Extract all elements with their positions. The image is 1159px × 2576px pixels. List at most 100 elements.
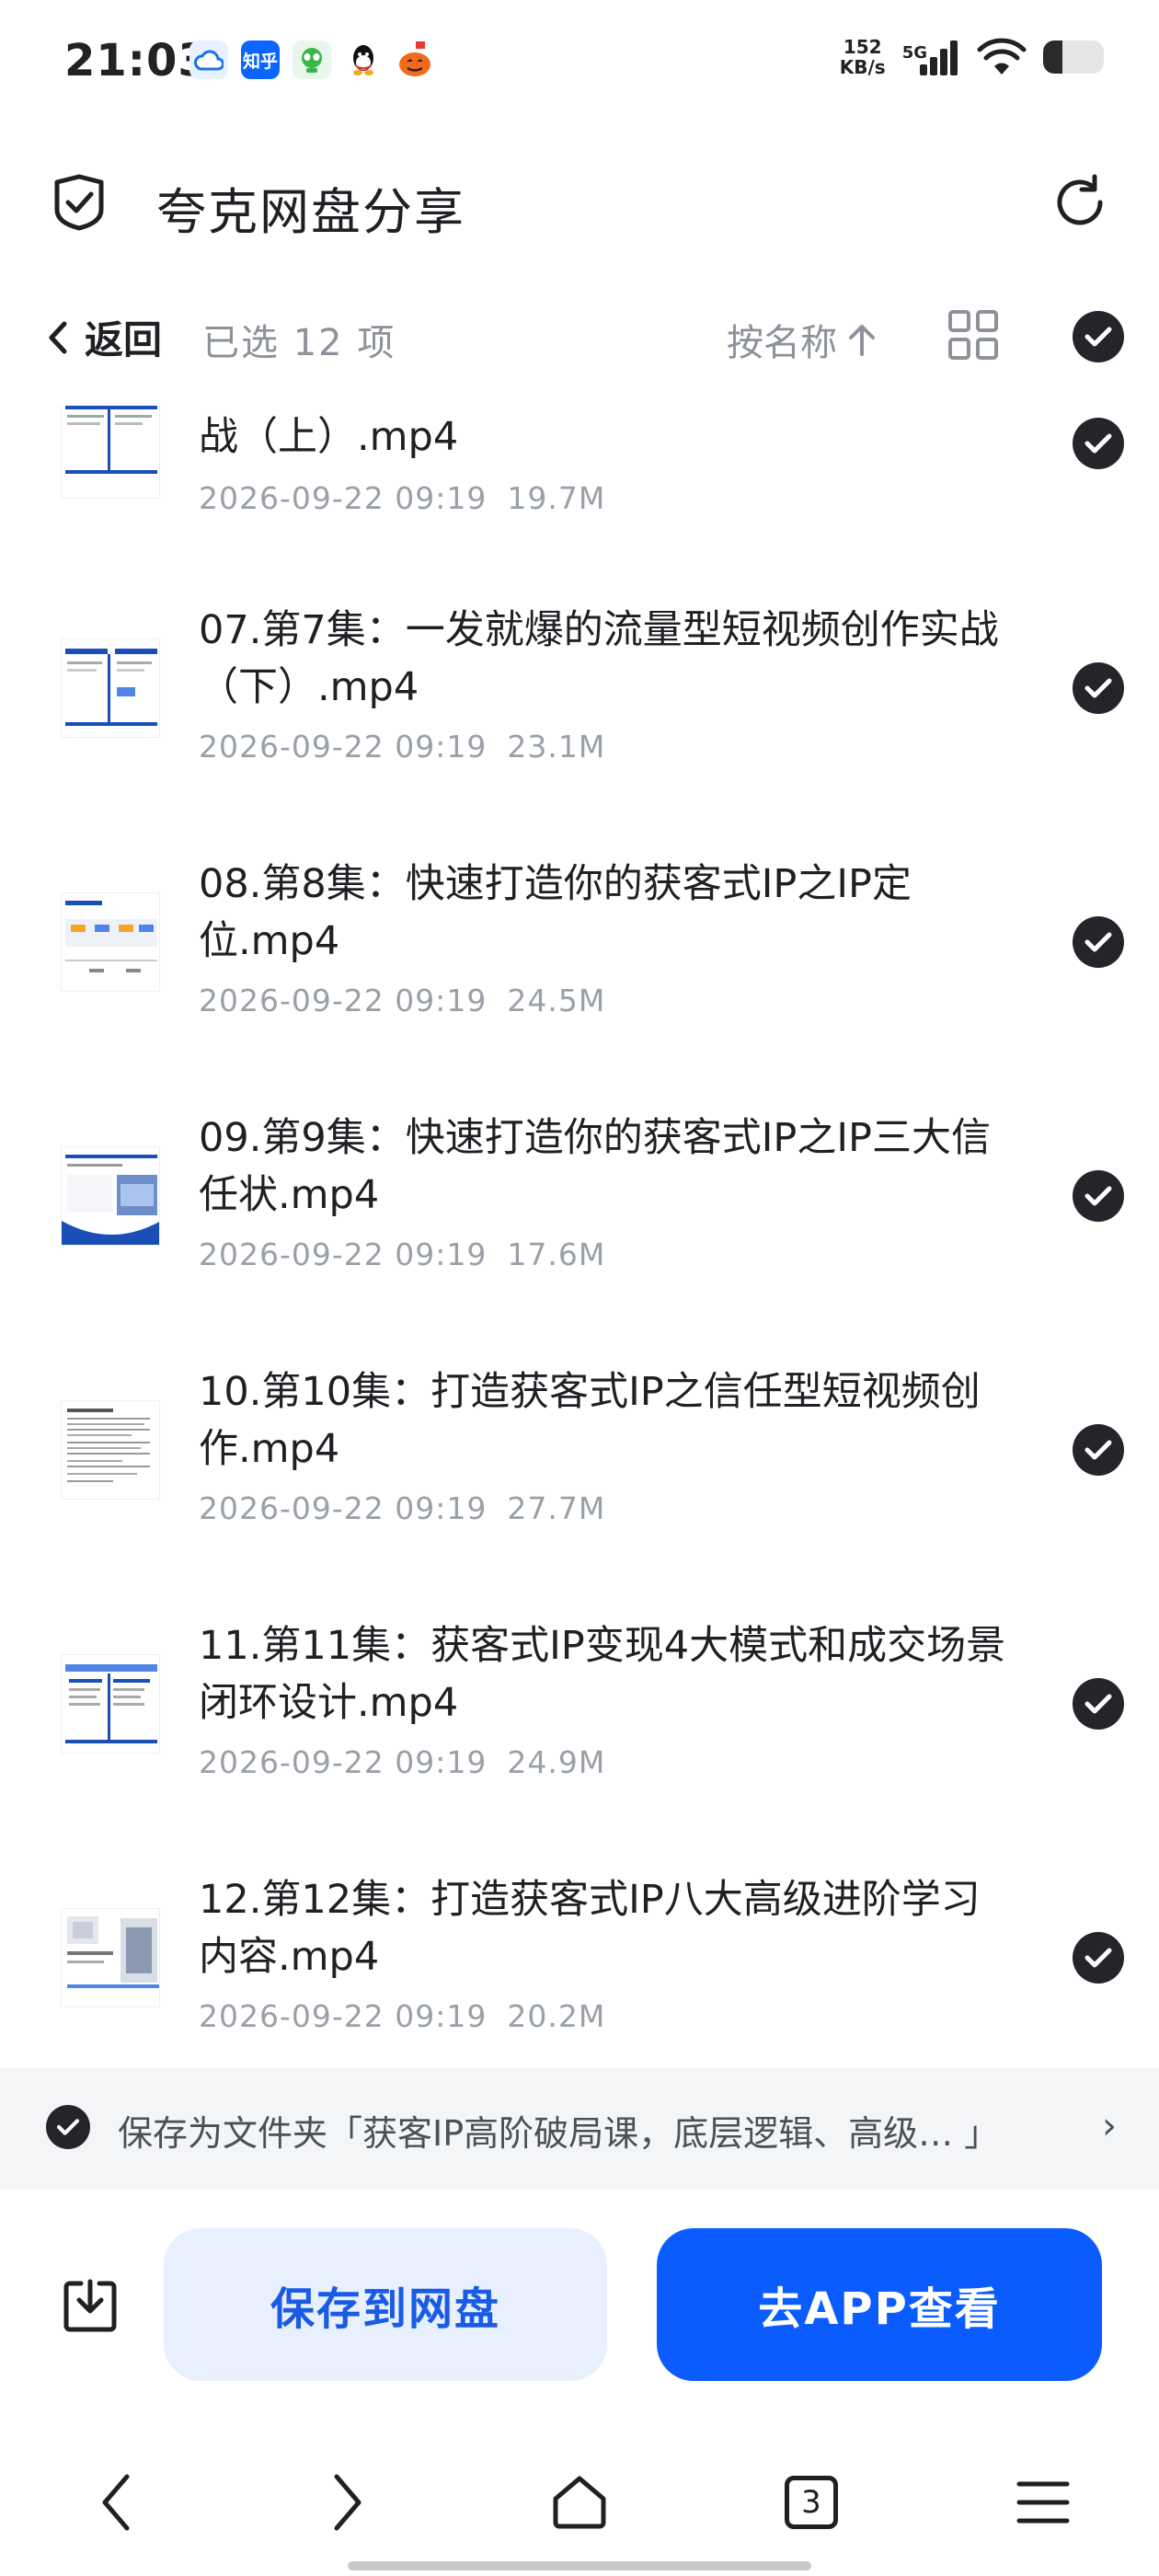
chevron-right-icon xyxy=(334,2474,361,2531)
refresh-icon[interactable] xyxy=(1050,173,1109,232)
chevron-right-icon[interactable]: › xyxy=(1102,2105,1117,2147)
sort-by-name-button[interactable]: 按名称 xyxy=(727,313,878,366)
file-date: 2026-09-22 09:19 xyxy=(199,1998,488,2034)
file-date: 2026-09-22 09:19 xyxy=(199,480,488,516)
select-all-checkbox[interactable] xyxy=(1073,311,1124,362)
check-icon xyxy=(1084,932,1112,952)
file-checkbox[interactable] xyxy=(1073,916,1124,968)
grid-view-icon[interactable] xyxy=(947,309,999,361)
file-size: 23.1M xyxy=(507,729,606,765)
file-name: 07.第7集：一发就爆的流量型短视频创作实战（下）.mp4 xyxy=(199,607,999,710)
file-list: 战（上）.mp4 2026-09-22 09:19 19.7M 07.第7集：一发… xyxy=(0,405,1159,2061)
chevron-left-icon xyxy=(49,321,67,353)
file-name: 08.第8集：快速打造你的获客式IP之IP定位.mp4 xyxy=(199,861,912,964)
file-checkbox[interactable] xyxy=(1073,418,1124,469)
file-date: 2026-09-22 09:19 xyxy=(199,729,488,765)
nav-menu-button[interactable] xyxy=(1006,2466,1080,2539)
menu-icon xyxy=(1016,2481,1070,2524)
net-speed: 152 KB/s xyxy=(840,37,886,77)
video-thumbnail xyxy=(61,1908,160,2007)
save-as-folder-text: 保存为文件夹「获客IP高阶破局课，底层逻辑、高级… 」 xyxy=(118,2113,1000,2154)
check-icon xyxy=(1084,1694,1112,1714)
cloud-icon xyxy=(189,40,228,79)
save-as-folder-checkbox[interactable] xyxy=(46,2105,90,2149)
file-meta: 2026-09-22 09:19 24.5M xyxy=(199,983,605,1018)
file-date: 2026-09-22 09:19 xyxy=(199,1490,488,1526)
nav-back-button[interactable] xyxy=(79,2466,153,2539)
sort-label: 按名称 xyxy=(727,322,837,364)
file-checkbox[interactable] xyxy=(1073,662,1124,714)
browser-navigation-bar: 3 xyxy=(0,2447,1159,2558)
check-icon xyxy=(1084,1186,1112,1206)
back-label: 返回 xyxy=(85,317,163,362)
file-checkbox[interactable] xyxy=(1073,1424,1124,1476)
file-size: 24.9M xyxy=(507,1744,606,1780)
alien-icon xyxy=(293,40,331,79)
file-size: 17.6M xyxy=(507,1236,606,1272)
tabs-count: 3 xyxy=(785,2476,838,2529)
open-in-app-button[interactable]: 去APP查看 xyxy=(657,2228,1102,2381)
file-size: 19.7M xyxy=(507,480,606,516)
file-meta: 2026-09-22 09:19 24.9M xyxy=(199,1744,605,1780)
arrow-up-icon xyxy=(849,325,875,356)
file-size: 24.5M xyxy=(507,983,606,1018)
file-size: 27.7M xyxy=(507,1490,606,1526)
battery-icon xyxy=(1043,40,1104,74)
wifi-icon xyxy=(977,38,1027,75)
home-icon xyxy=(553,2476,606,2529)
file-name: 09.第9集：快速打造你的获客式IP之IP三大信任状.mp4 xyxy=(199,1115,991,1218)
nav-tabs-button[interactable]: 3 xyxy=(775,2466,848,2539)
file-checkbox[interactable] xyxy=(1073,1678,1124,1730)
system-status: 152 KB/s 5G xyxy=(840,37,1104,77)
file-item[interactable]: 11.第11集：获客式IP变现4大模式和成交场景闭环设计.mp4 2026-09… xyxy=(0,1606,1159,1860)
file-name: 12.第12集：打造获客式IP八大高级进阶学习内容.mp4 xyxy=(199,1877,981,1980)
status-bar: 21:03 知乎 152 KB/s 5G xyxy=(0,0,1159,129)
chevron-left-icon xyxy=(102,2474,130,2531)
shield-check-icon[interactable] xyxy=(50,173,109,232)
file-meta: 2026-09-22 09:19 23.1M xyxy=(199,729,605,765)
file-item[interactable]: 战（上）.mp4 2026-09-22 09:19 19.7M xyxy=(0,405,1159,570)
signal-icon: 5G xyxy=(902,39,960,75)
check-icon xyxy=(1084,433,1112,454)
file-item[interactable]: 12.第12集：打造获客式IP八大高级进阶学习内容.mp4 2026-09-22… xyxy=(0,1860,1159,2061)
pumpkin-icon xyxy=(396,40,434,79)
video-thumbnail xyxy=(61,405,160,499)
file-name: 10.第10集：打造获客式IP之信任型短视频创作.mp4 xyxy=(199,1369,981,1472)
check-icon xyxy=(1084,678,1112,698)
selection-toolbar: 返回 已选 12 项 按名称 xyxy=(0,294,1159,377)
status-time: 21:03 xyxy=(64,35,210,86)
file-date: 2026-09-22 09:19 xyxy=(199,1744,488,1780)
home-indicator xyxy=(348,2561,811,2570)
file-meta: 2026-09-22 09:19 19.7M xyxy=(199,480,605,516)
file-checkbox[interactable] xyxy=(1073,1170,1124,1222)
video-thumbnail xyxy=(61,1654,160,1754)
file-item[interactable]: 10.第10集：打造获客式IP之信任型短视频创作.mp4 2026-09-22 … xyxy=(0,1352,1159,1606)
battery-level xyxy=(1043,40,1063,74)
nav-forward-button[interactable] xyxy=(311,2466,384,2539)
zhihu-icon: 知乎 xyxy=(241,40,280,79)
file-meta: 2026-09-22 09:19 20.2M xyxy=(199,1998,605,2034)
qq-icon xyxy=(344,40,383,79)
signal-5g-label: 5G xyxy=(901,43,927,63)
file-item[interactable]: 09.第9集：快速打造你的获客式IP之IP三大信任状.mp4 2026-09-2… xyxy=(0,1098,1159,1352)
download-icon[interactable] xyxy=(61,2276,120,2335)
file-checkbox[interactable] xyxy=(1073,1932,1124,1984)
file-name: 11.第11集：获客式IP变现4大模式和成交场景闭环设计.mp4 xyxy=(199,1623,1006,1726)
check-icon xyxy=(1084,1440,1112,1460)
notification-icons: 知乎 xyxy=(189,40,434,79)
action-bar: 保存到网盘 去APP查看 xyxy=(0,2190,1159,2420)
net-speed-unit: KB/s xyxy=(839,56,886,78)
file-item[interactable]: 08.第8集：快速打造你的获客式IP之IP定位.mp4 2026-09-22 0… xyxy=(0,845,1159,1098)
back-button[interactable]: 返回 xyxy=(48,309,162,365)
video-thumbnail xyxy=(61,638,160,738)
file-meta: 2026-09-22 09:19 17.6M xyxy=(199,1236,605,1272)
check-icon xyxy=(1084,1948,1112,1968)
nav-home-button[interactable] xyxy=(543,2466,616,2539)
save-as-folder-banner[interactable]: 保存为文件夹「获客IP高阶破局课，底层逻辑、高级… 」 › xyxy=(0,2068,1159,2190)
file-item[interactable]: 07.第7集：一发就爆的流量型短视频创作实战（下）.mp4 2026-09-22… xyxy=(0,591,1159,845)
file-date: 2026-09-22 09:19 xyxy=(199,1236,488,1272)
video-thumbnail xyxy=(61,892,160,992)
save-to-drive-button[interactable]: 保存到网盘 xyxy=(164,2228,607,2381)
title-bar: 夸克网盘分享 xyxy=(0,156,1159,248)
check-icon xyxy=(56,2119,80,2135)
